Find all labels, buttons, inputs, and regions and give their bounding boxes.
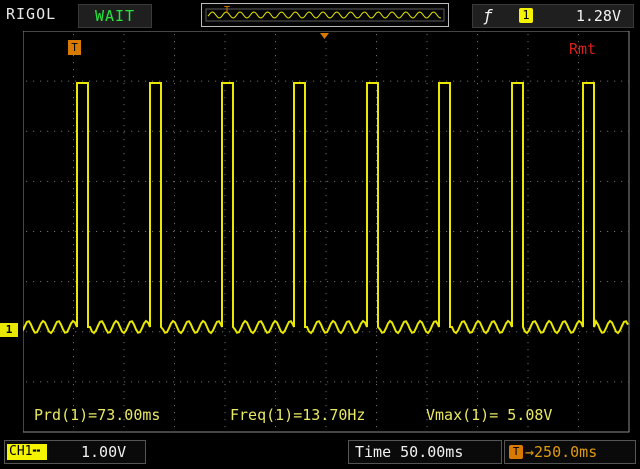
measurement-frequency: Freq(1)=13.70Hz [230, 406, 366, 424]
top-status-bar: RIGOL WAIT T ƒ 1 1.28V [0, 0, 640, 30]
brand-label: RIGOL [6, 5, 57, 23]
trigger-level: 1.28V [575, 7, 621, 25]
trigger-settings-box[interactable]: ƒ 1 1.28V [472, 4, 634, 28]
trigger-time-marker-icon: T [68, 40, 81, 55]
channel1-label: CH1╍ [7, 444, 47, 460]
channel1-scale: 1.00V [81, 443, 127, 461]
channel1-trace [23, 82, 629, 335]
trigger-offset-icon: T [509, 445, 523, 459]
trigger-source-badge: 1 [519, 8, 533, 23]
rising-edge-icon: ƒ [483, 6, 493, 25]
dc-coupling-icon: ╍ [32, 444, 41, 459]
trigger-offset-value: →250.0ms [525, 443, 598, 461]
trigger-offset-box[interactable]: T →250.0ms [504, 440, 636, 464]
measurement-period: Prd(1)=73.00ms [34, 406, 161, 424]
waveform-svg [23, 31, 630, 433]
run-status-badge[interactable]: WAIT [78, 4, 152, 28]
waveform-display[interactable] [23, 31, 630, 433]
channel1-settings-box[interactable]: CH1╍ 1.00V [4, 440, 146, 464]
channel1-ground-marker[interactable]: 1 [0, 323, 18, 337]
measurement-vmax: Vmax(1)= 5.08V [426, 406, 553, 424]
remote-mode-indicator: Rmt [569, 40, 597, 58]
memory-depth-indicator: T [201, 3, 449, 27]
trigger-position-arrow-icon [320, 33, 329, 39]
memory-trigger-marker: T [224, 5, 230, 16]
timebase-box[interactable]: Time 50.00ms [348, 440, 502, 464]
bottom-status-bar: CH1╍ 1.00V Time 50.00ms T →250.0ms [0, 438, 640, 469]
memory-waveform-preview: T [205, 5, 445, 22]
timebase-value: Time 50.00ms [355, 443, 464, 461]
graticule [26, 34, 630, 428]
